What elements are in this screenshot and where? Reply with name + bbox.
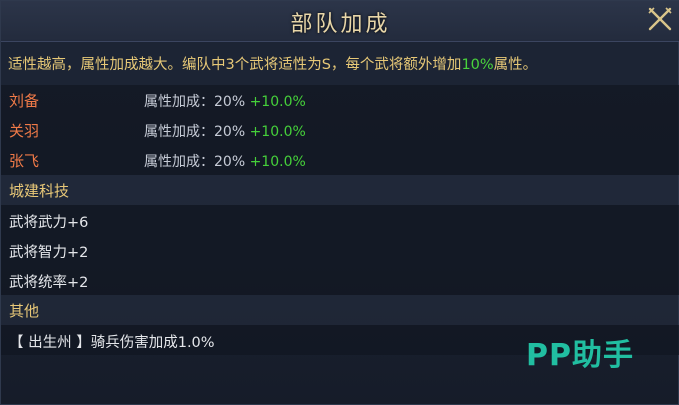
close-icon — [648, 7, 672, 31]
section-title: 城建科技 — [9, 182, 70, 200]
tech-item-text: 武将武力+6 — [9, 215, 89, 231]
section-header-tech: 城建科技 — [1, 175, 679, 205]
tech-item: 武将智力+2 — [1, 235, 679, 265]
tech-item: 武将武力+6 — [1, 205, 679, 235]
tech-item-text: 武将智力+2 — [9, 245, 89, 261]
description-prefix: 适性越高，属性加成越大。编队中3个武将适性为S，每个武将额外增加 — [8, 57, 462, 73]
section-title: 其他 — [9, 302, 40, 320]
tech-item-text: 武将统率+2 — [9, 275, 89, 291]
general-name: 关羽 — [9, 122, 40, 140]
adaptability-description: 适性越高，属性加成越大。编队中3个武将适性为S，每个武将额外增加10%属性。 — [8, 53, 673, 74]
general-attribute-bonus: 属性加成：20% +10.0% — [144, 121, 306, 141]
panel-title: 部队加成 — [290, 12, 391, 37]
general-name: 刘备 — [9, 92, 40, 110]
general-row: 关羽 属性加成：20% +10.0% — [1, 115, 679, 145]
tech-item: 武将统率+2 — [1, 265, 679, 295]
attr-label: 属性加成： — [144, 94, 214, 110]
troop-bonus-panel: 部队加成 适性越高，属性加成越大。编队中3个武将适性为S，每个武将额外增加10%… — [0, 0, 679, 405]
other-item-text: 【 出生州 】骑兵伤害加成1.0% — [9, 335, 215, 351]
attr-base: 20% — [214, 94, 246, 110]
attr-extra: +10.0% — [249, 124, 306, 140]
general-attribute-bonus: 属性加成：20% +10.0% — [144, 151, 306, 171]
close-button[interactable] — [646, 5, 674, 33]
section-header-other: 其他 — [1, 295, 679, 325]
bonus-list: 刘备 属性加成：20% +10.0% 关羽 属性加成：20% +10.0% 张飞… — [1, 85, 679, 355]
general-row: 张飞 属性加成：20% +10.0% — [1, 145, 679, 175]
attr-label: 属性加成： — [144, 154, 214, 170]
attr-base: 20% — [214, 124, 246, 140]
general-name: 张飞 — [9, 152, 40, 170]
description-highlight: 10% — [461, 57, 494, 73]
general-attribute-bonus: 属性加成：20% +10.0% — [144, 91, 306, 111]
title-bar: 部队加成 — [1, 1, 679, 42]
attr-extra: +10.0% — [249, 94, 306, 110]
description-suffix: 属性。 — [493, 57, 538, 73]
general-row: 刘备 属性加成：20% +10.0% — [1, 85, 679, 115]
pp-assistant-watermark: PP助手 — [526, 338, 634, 373]
attr-base: 20% — [214, 154, 246, 170]
attr-extra: +10.0% — [249, 154, 306, 170]
attr-label: 属性加成： — [144, 124, 214, 140]
